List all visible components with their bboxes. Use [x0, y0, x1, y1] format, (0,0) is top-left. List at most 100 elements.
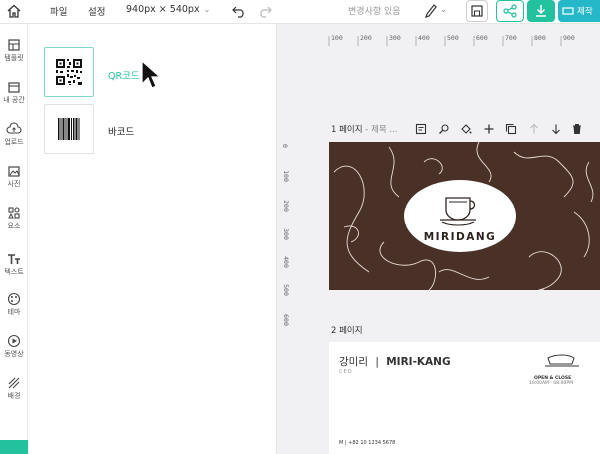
- owner-name-kr: 강미리: [339, 356, 368, 368]
- ruler-label: 100: [281, 170, 290, 182]
- small-cup-icon: [545, 354, 579, 367]
- move-down-icon[interactable]: [550, 120, 562, 139]
- rail-item-label: 사진: [7, 180, 21, 188]
- add-page-icon[interactable]: [483, 120, 495, 139]
- rail-item-label: 텍스트: [4, 268, 24, 276]
- folder-icon: [8, 82, 20, 93]
- ruler-label: 500: [447, 34, 459, 42]
- ruler-label: 200: [281, 200, 290, 212]
- video-icon: [7, 334, 21, 348]
- ruler-label: 700: [505, 34, 517, 42]
- ruler-label: 400: [281, 256, 290, 268]
- page-number: 1 페이지: [331, 125, 363, 135]
- upload-icon: [6, 122, 22, 134]
- save-icon: [471, 5, 483, 17]
- move-up-icon[interactable]: [528, 120, 540, 139]
- pen-icon[interactable]: [424, 2, 438, 18]
- rail-item-elements[interactable]: 요소: [0, 206, 28, 231]
- palette-icon: [7, 292, 21, 306]
- rail-item-video[interactable]: 동영상: [0, 334, 28, 359]
- page-1-title[interactable]: 1 페이지 - 제목 ...: [331, 123, 398, 135]
- phone-number: M | +82 10 1234 5678: [339, 440, 396, 446]
- top-bar: 파일 설정 940px × 540px ⌄ 변경사항 있음 ⌄ 제작: [0, 0, 600, 24]
- rail-item-upload[interactable]: 업로드: [0, 122, 28, 147]
- left-icon-rail: 템플릿 내 공간 업로드 사진 요소 텍스트 테마 동영상 배경: [0, 24, 28, 454]
- name-separator: |: [375, 356, 379, 368]
- barcode-icon: [58, 118, 80, 140]
- business-card-front[interactable]: MIRIDANG: [329, 142, 600, 290]
- rail-item-label: 템플릿: [4, 54, 24, 62]
- ruler-label: 600: [281, 314, 290, 326]
- duplicate-page-icon[interactable]: [505, 120, 517, 139]
- chevron-down-icon: ⌄: [203, 5, 211, 14]
- memo-icon[interactable]: [415, 120, 427, 139]
- owner-role: CEO: [339, 369, 353, 375]
- photo-icon: [8, 166, 20, 177]
- undo-icon[interactable]: [230, 2, 248, 20]
- page-2-title[interactable]: 2 페이지: [331, 324, 363, 336]
- ruler-label: 500: [281, 284, 290, 296]
- delete-page-icon[interactable]: [571, 120, 583, 139]
- ruler-label: 600: [476, 34, 488, 42]
- download-icon: [536, 5, 546, 17]
- ruler-label: 100: [331, 34, 343, 42]
- qr-code-icon: [56, 59, 82, 85]
- background-icon: [8, 377, 20, 389]
- canvas-size-dropdown[interactable]: 940px × 540px ⌄: [126, 4, 210, 15]
- canvas-size-label: 940px × 540px: [126, 4, 200, 15]
- barcode-label[interactable]: 바코드: [108, 124, 134, 138]
- ruler-label: 900: [563, 34, 575, 42]
- mouse-cursor-icon: [141, 60, 162, 89]
- download-button[interactable]: [527, 0, 555, 22]
- share-icon: [503, 4, 517, 18]
- ruler-top-ticks: [328, 36, 562, 46]
- template-icon: [8, 39, 20, 51]
- business-card-back[interactable]: 강미리 | MIRI-KANG CEO OPEN & CLOSE 10:00AM…: [329, 342, 600, 454]
- make-button-label: 제작: [577, 7, 593, 17]
- brush-icon[interactable]: [438, 120, 450, 139]
- owner-name: 강미리 | MIRI-KANG: [339, 354, 451, 369]
- rail-item-label: 내 공간: [3, 96, 25, 104]
- rail-item-theme[interactable]: 테마: [0, 292, 28, 317]
- save-status: 변경사항 있음: [348, 7, 401, 17]
- print-icon: [562, 7, 574, 15]
- rail-item-photo[interactable]: 사진: [0, 164, 28, 189]
- fill-icon[interactable]: [460, 120, 472, 139]
- ruler-label: 300: [281, 228, 290, 240]
- home-icon[interactable]: [5, 2, 23, 20]
- rail-item-template[interactable]: 템플릿: [0, 38, 28, 63]
- redo-icon[interactable]: [256, 2, 274, 20]
- ruler-label: 0: [280, 144, 289, 148]
- ruler-label: 800: [534, 34, 546, 42]
- ruler-label: 400: [418, 34, 430, 42]
- text-icon: [8, 254, 20, 264]
- rail-item-label: 배경: [7, 392, 21, 400]
- opening-hours: 10:00AM - 08:00PM: [529, 381, 573, 386]
- rail-item-text[interactable]: 텍스트: [0, 252, 28, 277]
- brand-name: MIRIDANG: [423, 231, 497, 243]
- rail-item-label: 동영상: [4, 350, 24, 358]
- ruler-top: 100 200 300 400 500 600 700 800 900: [277, 32, 600, 46]
- save-button[interactable]: [466, 0, 488, 22]
- canvas-area[interactable]: 100 200 300 400 500 600 700 800 900 0 10…: [277, 24, 600, 454]
- rail-item-label: 요소: [7, 222, 21, 230]
- rail-item-label: 테마: [7, 308, 21, 316]
- elements-icon: [8, 207, 20, 219]
- rail-item-active[interactable]: [0, 440, 28, 454]
- rail-item-my-space[interactable]: 내 공간: [0, 80, 28, 105]
- menu-file[interactable]: 파일: [50, 4, 67, 18]
- ruler-label: 300: [389, 34, 401, 42]
- ruler-label: 200: [360, 34, 372, 42]
- qr-code-item[interactable]: [44, 47, 94, 97]
- qr-code-label[interactable]: QR코드: [108, 68, 140, 82]
- make-button[interactable]: 제작: [558, 0, 600, 22]
- share-button[interactable]: [496, 0, 524, 22]
- ruler-left: 0 100 200 300 400 500 600: [280, 24, 297, 454]
- rail-item-background[interactable]: 배경: [0, 376, 28, 401]
- chevron-down-icon[interactable]: ⌄: [440, 5, 447, 14]
- owner-name-en: MIRI-KANG: [386, 356, 451, 368]
- menu-settings[interactable]: 설정: [88, 4, 105, 18]
- page-name: - 제목 ...: [362, 125, 398, 135]
- barcode-item[interactable]: [44, 104, 94, 154]
- coffee-cup-icon: [440, 197, 476, 226]
